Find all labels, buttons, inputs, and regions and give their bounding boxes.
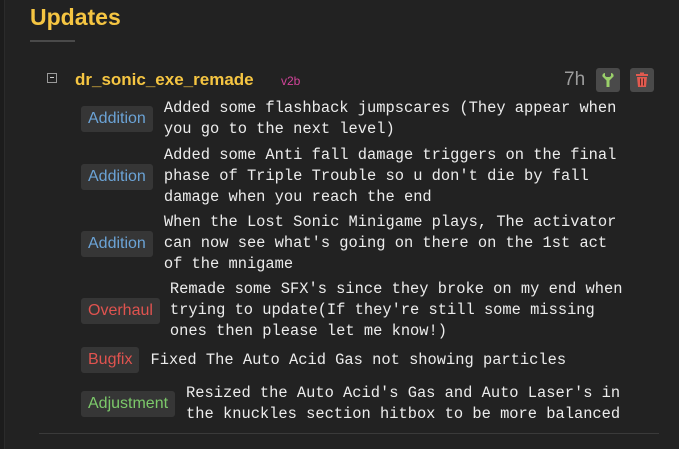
- change-item: Addition Added some Anti fall damage tri…: [81, 145, 616, 208]
- delete-button[interactable]: [630, 68, 654, 92]
- trash-icon: [636, 72, 648, 87]
- time-ago: 7h: [564, 69, 586, 90]
- section-title: Updates: [30, 4, 121, 30]
- change-type-badge: Bugfix: [81, 347, 140, 373]
- change-description: Added some flashback jumpscares (They ap…: [163, 99, 617, 138]
- title-underline: [30, 40, 75, 42]
- wrench-icon: [602, 73, 614, 87]
- updates-panel: Updates dr_sonic_exe_remade v2b 7h Addit…: [4, 0, 679, 449]
- minus-square-icon[interactable]: [47, 73, 57, 83]
- change-type-badge: Adjustment: [81, 391, 176, 417]
- mod-name-link[interactable]: dr_sonic_exe_remade: [75, 70, 254, 90]
- change-description: Resized the Auto Acid's Gas and Auto Las…: [186, 384, 621, 423]
- update-entry-header: dr_sonic_exe_remade v2b 7h: [45, 68, 665, 94]
- edit-button[interactable]: [596, 68, 620, 92]
- change-description: Added some Anti fall damage triggers on …: [163, 146, 617, 206]
- change-item: Adjustment Resized the Auto Acid's Gas a…: [81, 383, 620, 425]
- change-type-badge: Addition: [81, 106, 153, 132]
- version-label: v2b: [281, 74, 301, 88]
- change-description: Fixed The Auto Acid Gas not showing part…: [150, 350, 567, 369]
- divider: [39, 433, 659, 434]
- change-type-badge: Overhaul: [81, 297, 160, 324]
- change-type-badge: Addition: [81, 230, 153, 257]
- change-item: Overhaul Remade some SFX's since they br…: [81, 279, 622, 342]
- change-description: When the Lost Sonic Minigame plays, The …: [163, 213, 617, 273]
- change-item: Addition When the Lost Sonic Minigame pl…: [81, 212, 616, 275]
- change-item: Addition Added some flashback jumpscares…: [81, 98, 616, 140]
- change-type-badge: Addition: [81, 163, 153, 190]
- change-item: Bugfix Fixed The Auto Acid Gas not showi…: [81, 347, 566, 373]
- change-description: Remade some SFX's since they broke on my…: [169, 280, 623, 340]
